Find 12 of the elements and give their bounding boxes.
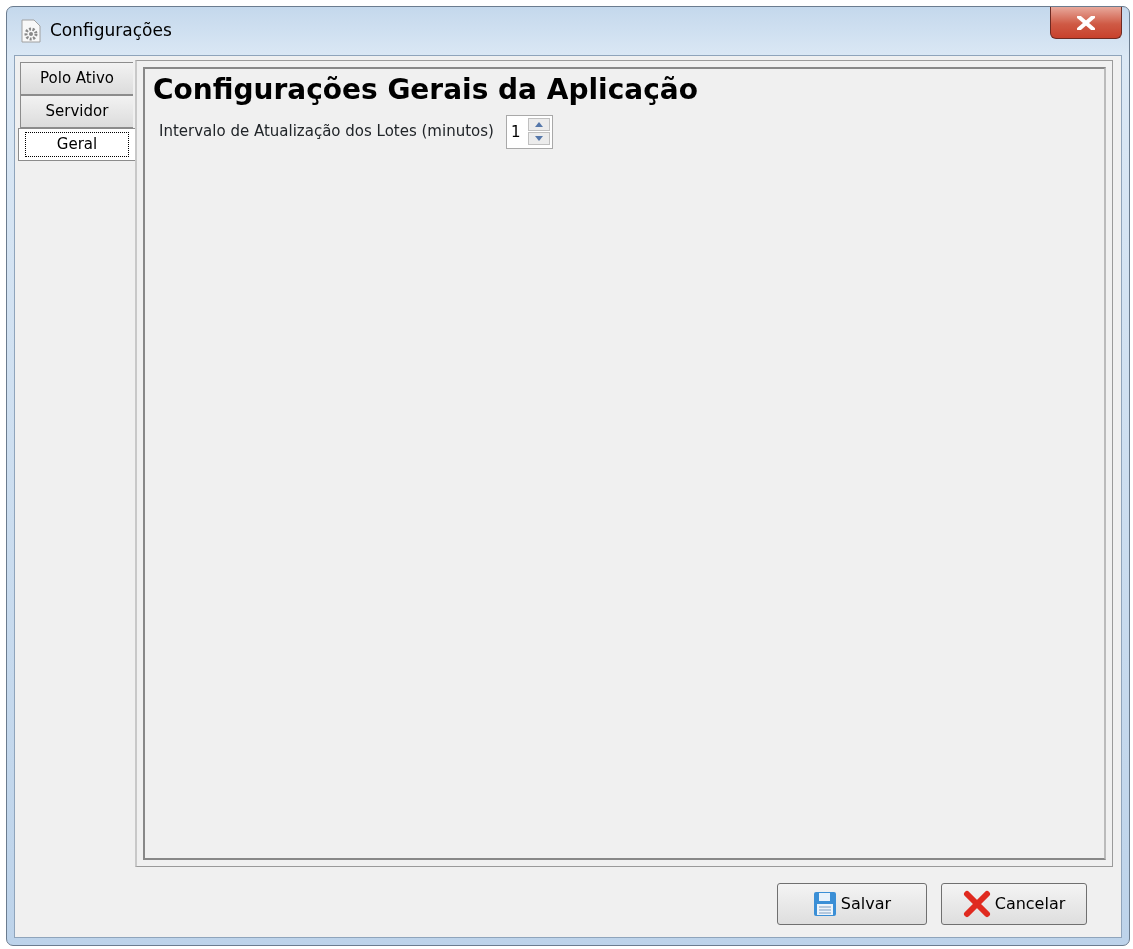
gear-icon [20, 19, 42, 43]
panel-heading: Configurações Gerais da Aplicação [153, 73, 699, 107]
save-button[interactable]: Salvar [777, 883, 927, 925]
cancel-button[interactable]: Cancelar [941, 883, 1087, 925]
close-icon [1077, 15, 1095, 30]
tab[interactable]: Geral [18, 128, 135, 161]
field-label: Intervalo de Atualização dos Lotes (minutos) [159, 121, 494, 143]
tab[interactable]: Polo Ativo [20, 62, 133, 95]
tab[interactable]: Servidor [20, 95, 133, 128]
window-title: Configurações [50, 19, 172, 43]
cross-icon [962, 890, 991, 918]
close-button[interactable] [1050, 7, 1122, 39]
